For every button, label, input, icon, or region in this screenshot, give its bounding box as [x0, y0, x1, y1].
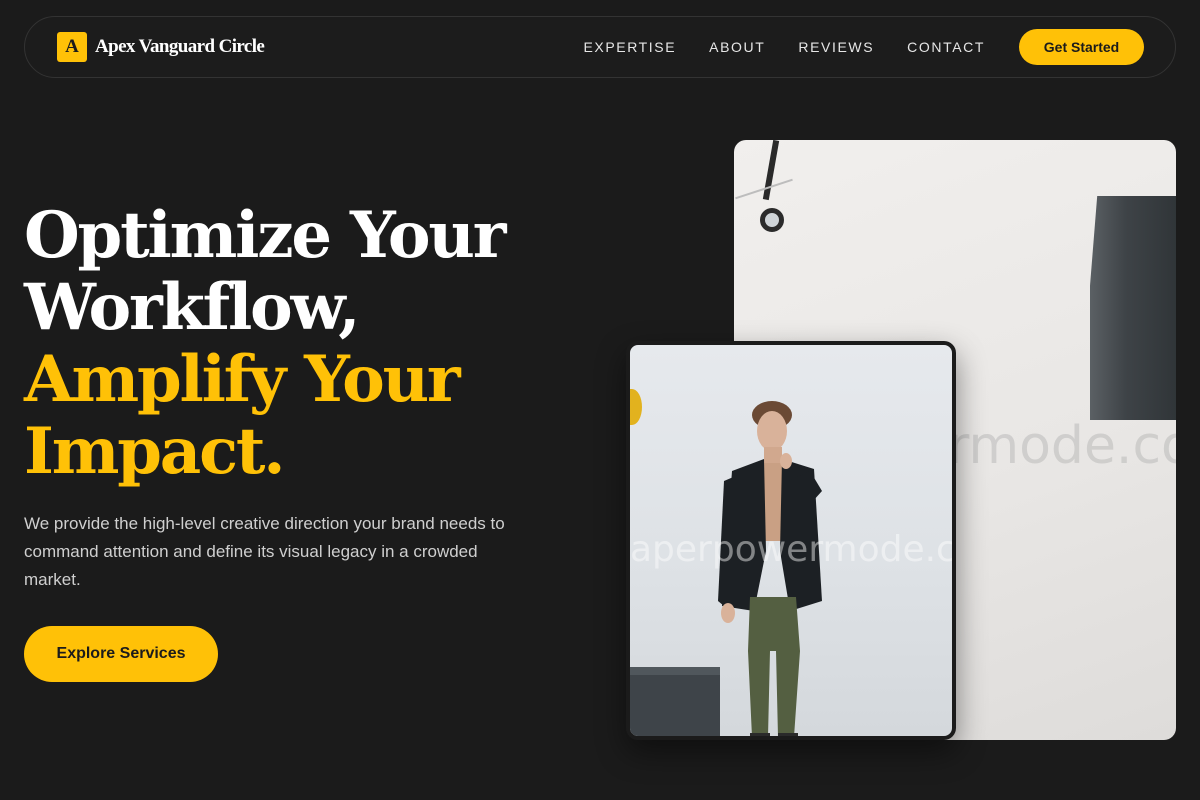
studio-box-front-top [630, 667, 720, 675]
nav-link-reviews[interactable]: REVIEWS [798, 39, 874, 55]
light-stand-pole [762, 140, 780, 201]
studio-box [1090, 196, 1176, 420]
stand-wheel [760, 208, 784, 232]
hero-description: We provide the high-level creative direc… [24, 514, 505, 589]
model-figure [718, 401, 822, 736]
nav-link-expertise[interactable]: EXPERTISE [583, 39, 676, 55]
nav-link-about[interactable]: ABOUT [709, 39, 765, 55]
logo-mark-icon: A [57, 32, 87, 62]
yellow-prop [630, 389, 642, 425]
top-navbar: A Apex Vanguard Circle EXPERTISE ABOUT R… [24, 16, 1176, 78]
brand-logo[interactable]: A Apex Vanguard Circle [57, 32, 265, 62]
studio-box-front [630, 667, 720, 736]
photo-watermark: rmode.co [948, 416, 1176, 476]
hero-title-line-3: Amplify Your [24, 342, 461, 417]
hero-photo-model: aperpowermode.co [626, 341, 956, 740]
hero-title: Optimize Your Workflow, Amplify Your Imp… [24, 200, 584, 488]
photo-watermark-front: aperpowermode.co [630, 529, 956, 570]
hero-title-line-4: Impact. [24, 414, 285, 489]
explore-services-button[interactable]: Explore Services [24, 626, 218, 682]
nav-links: EXPERTISE ABOUT REVIEWS CONTACT [583, 17, 985, 77]
get-started-button[interactable]: Get Started [1019, 29, 1144, 65]
brand-name: Apex Vanguard Circle [95, 36, 265, 57]
hero-title-line-2: Workflow, [24, 270, 360, 345]
hero-title-line-1: Optimize Your [24, 198, 506, 273]
nav-link-contact[interactable]: CONTACT [907, 39, 985, 55]
